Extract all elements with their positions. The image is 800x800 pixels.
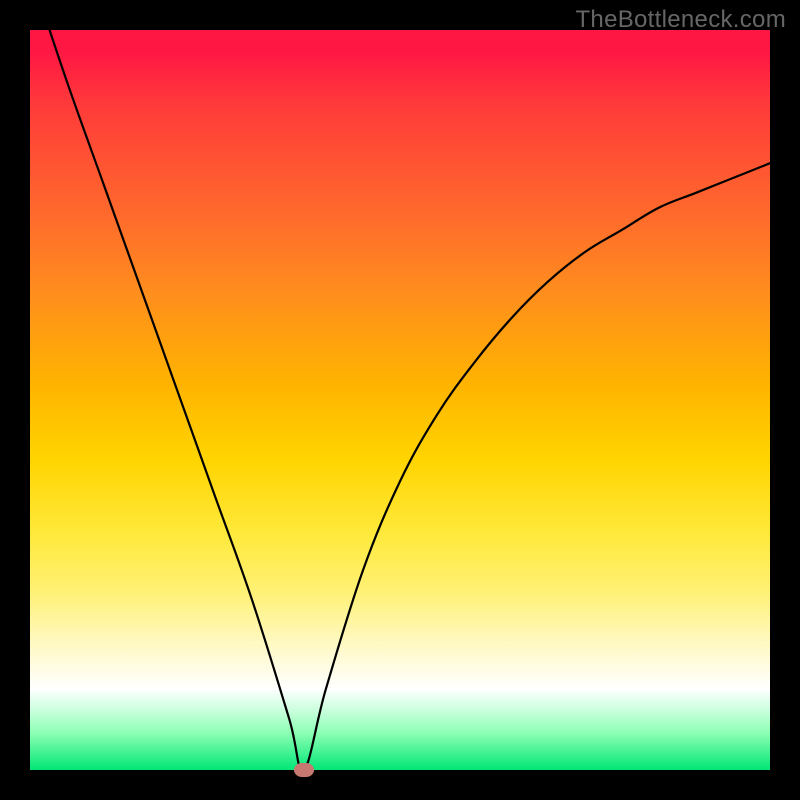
bottleneck-curve [30,30,770,770]
optimal-point-marker [294,763,314,777]
plot-area [30,30,770,770]
watermark-text: TheBottleneck.com [575,6,786,34]
chart-frame: TheBottleneck.com [0,0,800,800]
